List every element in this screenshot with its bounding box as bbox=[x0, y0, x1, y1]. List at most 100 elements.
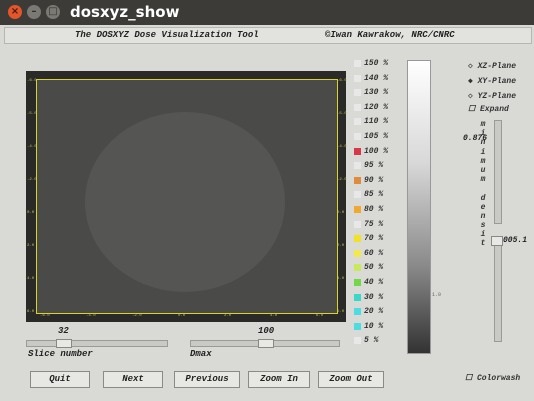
legend-swatch-icon bbox=[354, 264, 361, 272]
radio-xy-plane[interactable]: ◆ XY-Plane bbox=[468, 76, 516, 86]
radio-yz-icon: ◇ bbox=[468, 92, 478, 101]
legend-swatch-icon bbox=[354, 176, 361, 184]
slice-slider-thumb[interactable] bbox=[56, 339, 72, 348]
radio-xy-selected-icon: ◆ bbox=[468, 77, 478, 86]
legend-swatch-icon bbox=[354, 206, 361, 213]
legend-item[interactable]: 70 % bbox=[354, 234, 383, 245]
legend-swatch-icon bbox=[354, 337, 361, 345]
legend-label: 80 % bbox=[364, 205, 384, 214]
plot-left-tick-label: 6.0 bbox=[27, 310, 35, 314]
max-density-slider[interactable] bbox=[494, 236, 502, 342]
legend-label: 50 % bbox=[364, 263, 384, 273]
legend-item[interactable]: 120 % bbox=[354, 103, 388, 114]
min-density-slider[interactable] bbox=[494, 120, 502, 224]
legend-item[interactable]: 5 % bbox=[354, 336, 378, 347]
max-density-thumb[interactable] bbox=[491, 236, 503, 246]
zoom-out-button[interactable]: Zoom Out bbox=[318, 371, 384, 388]
legend-swatch-icon bbox=[354, 279, 361, 286]
legend-label: 150 % bbox=[364, 59, 389, 68]
dmax-value: 100 bbox=[258, 326, 275, 336]
previous-button[interactable]: Previous bbox=[174, 371, 240, 388]
expand-checkbox[interactable]: ☐ Expand bbox=[468, 104, 509, 114]
legend-swatch-icon bbox=[354, 220, 361, 228]
density-letter: i bbox=[480, 129, 486, 139]
legend-item[interactable]: 20 % bbox=[354, 307, 383, 318]
legend-label: 60 % bbox=[364, 248, 384, 258]
legend-item[interactable]: 150 % bbox=[354, 59, 388, 70]
legend-item[interactable]: 105 % bbox=[354, 132, 388, 143]
plot-right-tick-label: 6.0 bbox=[337, 310, 345, 314]
legend-label: 130 % bbox=[364, 88, 389, 98]
density-letter: t bbox=[480, 239, 486, 249]
legend-swatch-icon bbox=[354, 147, 361, 155]
slice-label: Slice number bbox=[28, 349, 93, 359]
legend-swatch-icon bbox=[354, 308, 361, 316]
legend-item[interactable]: 140 % bbox=[354, 74, 388, 85]
legend-swatch-icon bbox=[354, 191, 361, 199]
legend-item[interactable]: 95 % bbox=[354, 161, 383, 172]
zoom-in-button[interactable]: Zoom In bbox=[248, 371, 310, 388]
next-button[interactable]: Next bbox=[103, 371, 163, 388]
dmax-slider-thumb[interactable] bbox=[258, 339, 274, 348]
minimize-window-icon[interactable]: – bbox=[27, 5, 41, 19]
legend-item[interactable]: 30 % bbox=[354, 293, 383, 304]
close-window-icon[interactable]: × bbox=[8, 5, 22, 19]
plot-left-tick-label: 4.0 bbox=[27, 277, 35, 281]
density-letter: i bbox=[480, 147, 486, 157]
plot-right-tick-label: 2.0 bbox=[337, 244, 345, 248]
legend-item[interactable]: 100 % bbox=[354, 147, 388, 158]
plot-bottom-tick-label: -4.0 bbox=[86, 314, 96, 318]
plot-left-tick-label: 2.0 bbox=[27, 244, 35, 248]
colorwash-checkbox[interactable]: ☐ Colorwash bbox=[465, 373, 520, 383]
checkbox-icon: ☐ bbox=[468, 105, 480, 114]
legend-label: 85 % bbox=[364, 190, 384, 200]
legend-label: 90 % bbox=[364, 175, 384, 185]
legend-item[interactable]: 10 % bbox=[354, 322, 383, 333]
plot-bottom-tick-label: 0.0 bbox=[178, 314, 186, 318]
min-density-label: minimumdensit bbox=[478, 120, 488, 249]
plot-bottom-tick-label: 2.0 bbox=[224, 314, 232, 318]
legend-item[interactable]: 50 % bbox=[354, 263, 383, 274]
legend-item[interactable]: 60 % bbox=[354, 249, 383, 260]
plot-right-tick-label: -4.0 bbox=[337, 145, 347, 149]
radio-xz-icon: ◇ bbox=[468, 62, 478, 71]
legend-label: 105 % bbox=[364, 132, 389, 141]
maximize-window-icon[interactable]: □ bbox=[46, 5, 60, 19]
legend-item[interactable]: 90 % bbox=[354, 176, 383, 187]
legend-label: 140 % bbox=[364, 73, 389, 83]
plot-bottom-tick-label: -2.0 bbox=[132, 314, 142, 318]
density-letter: n bbox=[480, 138, 486, 148]
banner-title: The DOSXYZ Dose Visualization Tool bbox=[75, 30, 259, 40]
legend-label: 100 % bbox=[364, 146, 389, 156]
plot-right-tick-label: 0.0 bbox=[337, 211, 345, 215]
legend-swatch-icon bbox=[354, 249, 361, 257]
legend-item[interactable]: 85 % bbox=[354, 190, 383, 201]
legend-swatch-icon bbox=[354, 235, 361, 243]
radio-yz-plane[interactable]: ◇ YZ-Plane bbox=[468, 91, 516, 101]
legend-swatch-icon bbox=[354, 293, 361, 301]
window-title: dosxyz_show bbox=[70, 3, 180, 21]
max-density-value: 005.1 bbox=[503, 236, 528, 245]
legend-swatch-icon bbox=[354, 89, 361, 97]
legend-item[interactable]: 110 % bbox=[354, 117, 388, 128]
plot-area bbox=[36, 79, 338, 314]
legend-item[interactable]: 130 % bbox=[354, 88, 388, 99]
plot-bottom-tick-label: -6.0 bbox=[40, 314, 50, 318]
plot-left-tick-label: -2.0 bbox=[27, 178, 37, 182]
legend-label: 10 % bbox=[364, 321, 384, 331]
density-letter: u bbox=[480, 165, 486, 175]
slice-slider[interactable] bbox=[26, 340, 168, 347]
legend-label: 30 % bbox=[364, 292, 384, 302]
plot-left-tick-label: -6.0 bbox=[27, 79, 37, 83]
plot-left-tick-label: -4.0 bbox=[27, 145, 37, 149]
legend-item[interactable]: 80 % bbox=[354, 205, 383, 216]
legend-item[interactable]: 75 % bbox=[354, 220, 383, 231]
plot-right-tick-label: -5.0 bbox=[337, 112, 347, 116]
plot-right-tick-label: -2.0 bbox=[337, 178, 347, 182]
plot-right-tick-label: -6.0 bbox=[337, 79, 347, 83]
legend-swatch-icon bbox=[354, 322, 361, 330]
radio-xz-plane[interactable]: ◇ XZ-Plane bbox=[468, 61, 516, 71]
quit-button[interactable]: Quit bbox=[30, 371, 90, 388]
legend-item[interactable]: 40 % bbox=[354, 278, 383, 289]
density-letter: m bbox=[480, 120, 486, 129]
